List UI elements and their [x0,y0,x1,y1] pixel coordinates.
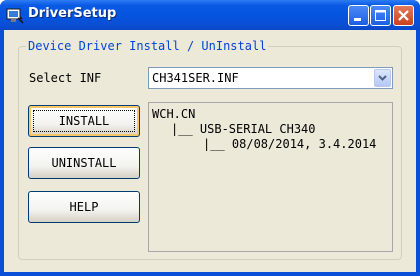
info-version: |__ 08/08/2014, 3.4.2014 [203,137,377,151]
uninstall-button[interactable]: UNINSTALL [28,147,140,179]
maximize-button[interactable] [370,5,391,26]
info-vendor: WCH.CN [152,107,196,121]
driver-setup-window: DriverSetup Device Driver Install / UnIn… [0,0,420,276]
window-title: DriverSetup [28,6,117,21]
install-button[interactable]: INSTALL [28,105,140,137]
maximize-icon [375,10,386,21]
groupbox-title: Device Driver Install / UnInstall [26,39,269,53]
close-button[interactable] [393,5,414,26]
driver-setup-app-icon [6,8,24,24]
minimize-button[interactable] [348,5,369,26]
driver-info-box: WCH.CN |__ USB-SERIAL CH340 |__ 08/08/20… [148,102,393,252]
select-inf-label: Select INF [29,71,102,85]
minimize-icon [354,18,361,21]
inf-select-value: CH341SER.INF [152,71,239,85]
help-button[interactable]: HELP [28,191,140,223]
inf-select-dropdown[interactable]: CH341SER.INF [148,67,393,89]
dropdown-button[interactable] [374,69,391,87]
info-device: |__ USB-SERIAL CH340 [171,122,316,136]
close-icon [398,10,409,21]
chevron-down-icon [378,75,387,81]
dialog-client-area: Device Driver Install / UnInstall Select… [4,30,416,272]
title-bar[interactable]: DriverSetup [0,0,420,30]
